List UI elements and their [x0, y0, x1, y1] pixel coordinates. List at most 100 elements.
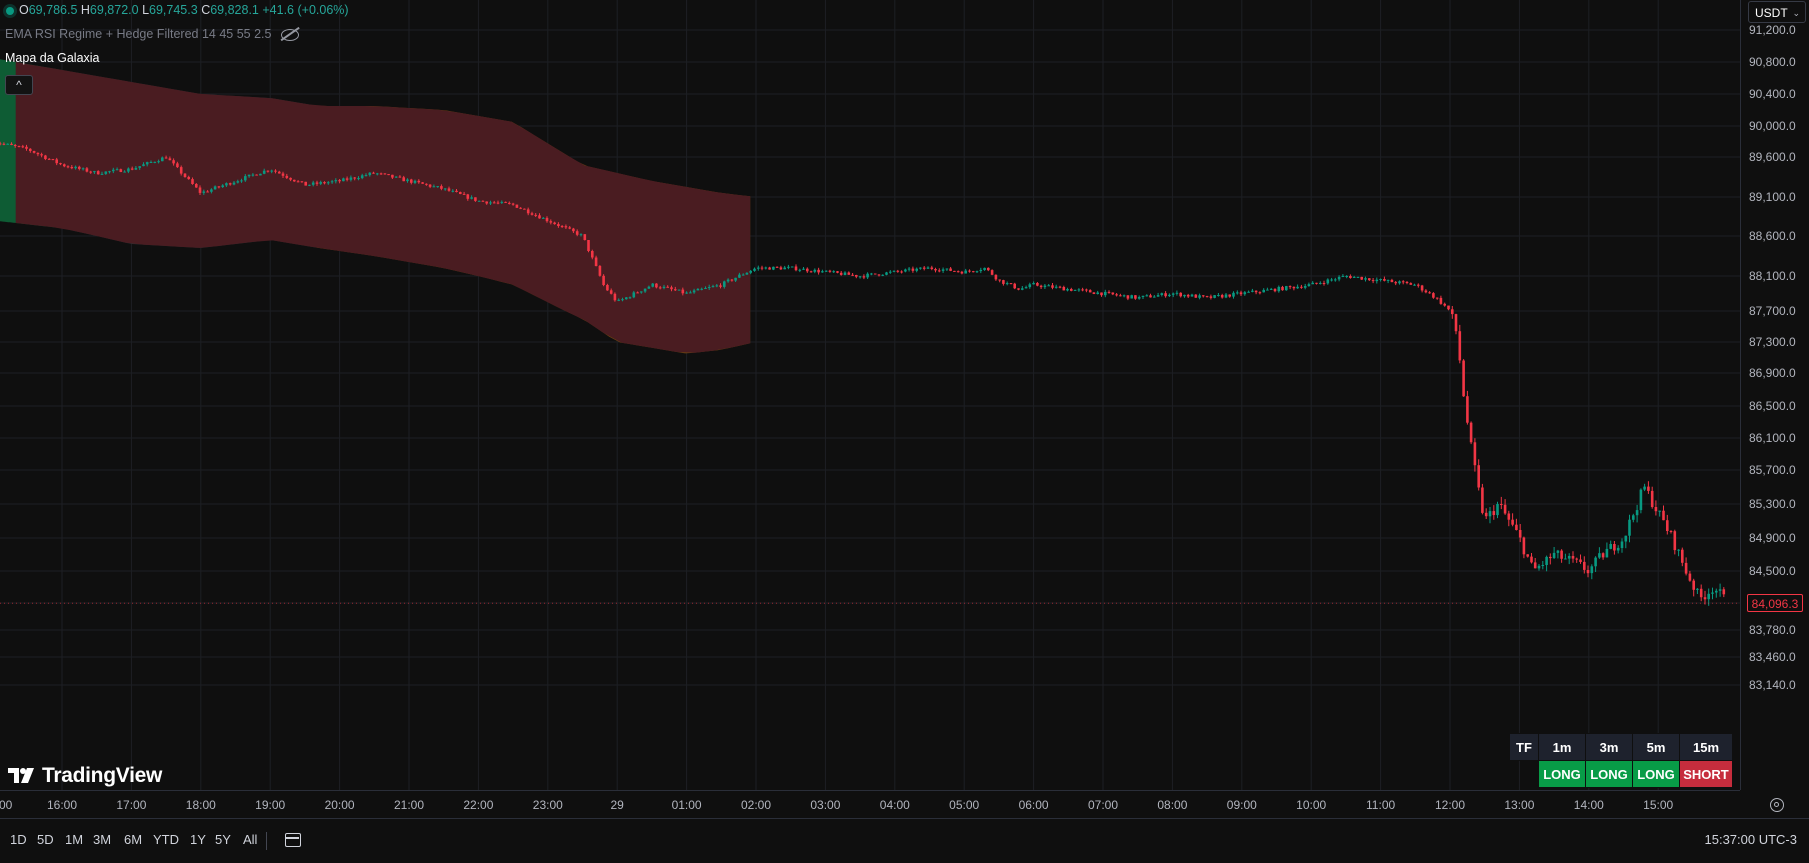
candle-body [1115, 294, 1118, 296]
candle-body [704, 288, 707, 289]
range-button-3m[interactable]: 3M [93, 832, 111, 847]
settings-icon[interactable] [1770, 798, 1784, 812]
candle-body [1273, 288, 1277, 292]
candle-body [459, 192, 462, 194]
candle-body [632, 292, 636, 298]
range-button-6m[interactable]: 6M [124, 832, 142, 847]
candle-body [1549, 556, 1552, 559]
time-tick-label: 08:00 [1157, 798, 1188, 812]
time-tick-label: 23:00 [532, 798, 563, 812]
candle-body [779, 267, 783, 270]
candle-body [1507, 513, 1511, 520]
last-price-label: 84,096.3 [1747, 594, 1803, 613]
range-button-1d[interactable]: 1D [10, 832, 27, 847]
candle-body [66, 166, 70, 168]
candle-body [489, 202, 492, 204]
candle-body [481, 200, 485, 202]
candle-body [436, 186, 439, 188]
candle-body [1515, 524, 1518, 530]
price-tick-label: 84,500.0 [1749, 564, 1796, 578]
candle-body [1281, 286, 1284, 291]
time-tick-label: 09:00 [1226, 798, 1257, 812]
candle-body [32, 151, 36, 153]
candle-body [1073, 289, 1077, 291]
price-chart[interactable] [0, 0, 1740, 790]
candle-body [1047, 285, 1050, 287]
candle-body [1021, 288, 1024, 290]
candle-body [198, 187, 202, 193]
candle-body [975, 271, 979, 273]
candle-body [1673, 531, 1677, 551]
range-button-5y[interactable]: 5Y [215, 832, 231, 847]
candle-body [904, 269, 907, 272]
candle-body [255, 174, 258, 176]
mtf-header-15m: 15m [1679, 733, 1733, 761]
indicator-legend[interactable]: EMA RSI Regime + Hedge Filtered 14 45 55… [5, 27, 300, 41]
tradingview-logo[interactable]: TradingView [8, 764, 162, 790]
candle-body [1292, 286, 1296, 289]
collapse-legend-button[interactable]: ^ [5, 75, 33, 95]
candle-body [877, 274, 881, 276]
candle-body [153, 161, 157, 163]
candle-body [783, 267, 786, 270]
indicator-legend-2[interactable]: Mapa da Galaxia [5, 51, 100, 65]
candle-body [851, 274, 854, 276]
candle-body [658, 287, 662, 289]
candle-body [892, 270, 896, 272]
range-button-all[interactable]: All [243, 832, 257, 847]
candle-body [1692, 580, 1695, 590]
indicator-name[interactable]: EMA RSI Regime + Hedge Filtered 14 45 55… [5, 27, 271, 41]
candle-body [1654, 507, 1658, 512]
candle-body [907, 268, 911, 270]
clock-label[interactable]: 15:37:00 UTC-3 [1705, 832, 1798, 847]
candle-body [1632, 515, 1635, 520]
candle-body [526, 209, 530, 214]
candle-body [1533, 562, 1537, 569]
calendar-icon[interactable] [285, 833, 301, 847]
candle-body [168, 158, 172, 161]
candle-body [379, 173, 383, 175]
candle-body [534, 214, 537, 216]
price-tick-label: 83,460.0 [1749, 650, 1796, 664]
hide-eye-icon[interactable] [281, 28, 300, 41]
candle-body [730, 279, 734, 281]
candle-body [112, 169, 115, 172]
candle-body [824, 270, 828, 272]
candle-body [719, 285, 722, 287]
candle-body [327, 182, 330, 184]
candle-body [1145, 295, 1149, 297]
candle-body [1620, 541, 1624, 548]
candle-body [342, 178, 345, 182]
candle-body [530, 213, 534, 215]
candle-body [591, 251, 594, 258]
mtf-signal-table: TF 1m 3m 5m 15m LONG LONG LONG SHORT [1509, 733, 1733, 788]
low-value: 69,745.3 [149, 3, 198, 17]
candle-body [1492, 511, 1496, 515]
candle-body [1126, 295, 1130, 299]
candle-body [583, 234, 587, 240]
time-axis[interactable]: :00 16:00 17:00 18:00 19:00 20:00 21:00 22:00 23… [0, 790, 1740, 818]
candle-body [1624, 535, 1628, 542]
range-button-1m[interactable]: 1M [65, 832, 83, 847]
candle-body [421, 182, 424, 184]
chart-plot-area[interactable] [0, 0, 1740, 790]
candle-body [768, 267, 771, 270]
candle-body [1371, 280, 1375, 282]
candle-body [662, 286, 666, 288]
candle-body [1398, 281, 1401, 284]
range-button-1y[interactable]: 1Y [190, 832, 206, 847]
candle-body [179, 167, 183, 174]
candle-body [987, 267, 990, 271]
candle-body [617, 299, 620, 301]
candle-body [821, 271, 824, 273]
candle-body [172, 160, 175, 164]
candle-body [1247, 291, 1250, 293]
candle-body [1394, 282, 1397, 284]
candle-body [278, 171, 281, 174]
range-button-ytd[interactable]: YTD [153, 832, 179, 847]
candle-body [1718, 589, 1722, 591]
price-axis[interactable]: 91,200.0 90,800.0 90,400.0 90,000.0 89,600.0… [1740, 0, 1809, 790]
range-button-5d[interactable]: 5D [37, 832, 54, 847]
candle-body [1119, 295, 1122, 297]
candle-body [1062, 287, 1066, 291]
